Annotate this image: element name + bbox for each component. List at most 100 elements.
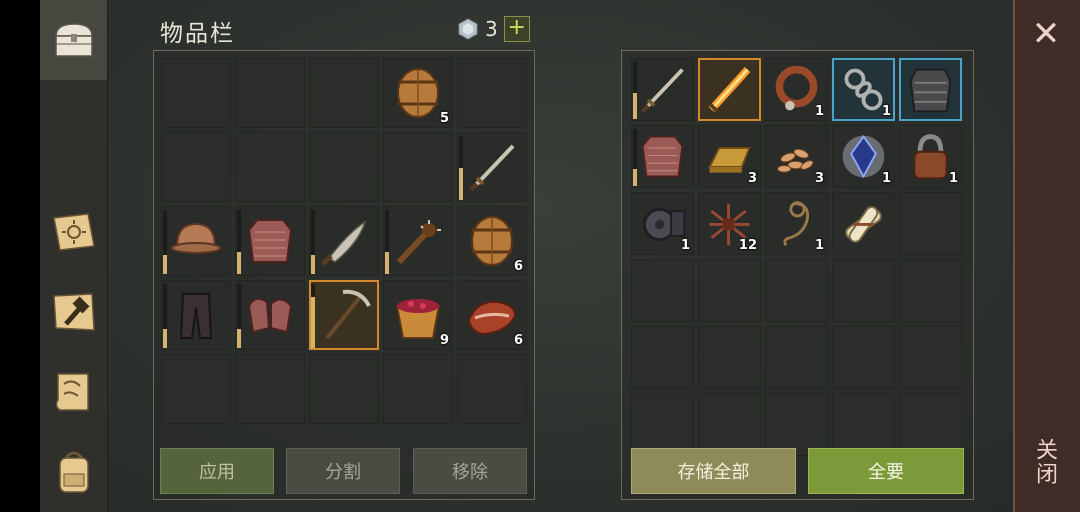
sidebar-tab-crafting[interactable] [40, 272, 107, 352]
storage-slot[interactable] [698, 58, 761, 121]
storage-slot[interactable]: 1 [631, 192, 694, 255]
storage-slot[interactable] [698, 326, 761, 389]
close-panel [1013, 0, 1080, 512]
remove-button[interactable]: 移除 [413, 448, 527, 494]
sword-icon [469, 144, 515, 192]
storage-slot[interactable] [899, 326, 962, 389]
split-button[interactable]: 分割 [286, 448, 400, 494]
item-quantity: 9 [439, 333, 449, 348]
apply-button[interactable]: 应用 [160, 448, 274, 494]
storage-slot[interactable] [832, 259, 895, 322]
helmet-icon [171, 222, 221, 254]
flaming-sword-icon [708, 67, 751, 113]
sidebar-tab-map[interactable] [40, 352, 107, 432]
gem-icon [458, 18, 478, 40]
storage-slot[interactable] [899, 58, 962, 121]
inventory-slot[interactable] [457, 354, 527, 424]
chainmail-armor-icon [641, 135, 684, 178]
inventory-slot[interactable]: 5 [383, 58, 453, 128]
storage-slot[interactable] [631, 58, 694, 121]
item-quantity: 5 [439, 111, 449, 126]
item-quantity: 6 [513, 259, 523, 274]
inventory-slot[interactable] [161, 132, 231, 202]
item-quantity: 12 [738, 238, 757, 253]
sidebar-tab-backpack[interactable] [40, 432, 107, 512]
storage-slot[interactable]: 1 [765, 192, 828, 255]
durability-bar [459, 168, 463, 200]
plate-armor-icon [909, 68, 952, 113]
meat-icon [467, 300, 517, 336]
storage-slot[interactable] [631, 259, 694, 322]
barrel-icon [471, 216, 513, 266]
spiked-club-icon [396, 220, 441, 265]
storage-slot[interactable]: 3 [765, 125, 828, 188]
barrel-icon [397, 68, 439, 118]
close-icon[interactable]: ✕ [1023, 14, 1069, 54]
add-gems-button[interactable]: + [503, 16, 530, 42]
storage-slot[interactable] [899, 393, 962, 456]
inventory-slot[interactable] [235, 132, 305, 202]
durability-bar [163, 255, 167, 274]
inventory-grid: 5 6 9 6 [161, 58, 527, 424]
storage-slot[interactable] [832, 192, 895, 255]
inventory-slot[interactable] [309, 58, 379, 128]
inventory-slot[interactable] [309, 354, 379, 424]
inventory-slot[interactable] [383, 206, 453, 276]
storage-slot[interactable] [832, 393, 895, 456]
leather-pants-icon [179, 293, 213, 339]
inventory-slot[interactable] [457, 132, 527, 202]
storage-slot[interactable] [631, 393, 694, 456]
inventory-slot[interactable]: 6 [457, 280, 527, 350]
inventory-slot[interactable] [309, 206, 379, 276]
inventory-slot[interactable] [235, 206, 305, 276]
pickaxe-icon [325, 289, 371, 340]
inventory-slot[interactable]: 9 [383, 280, 453, 350]
storage-slot[interactable] [832, 326, 895, 389]
storage-slot[interactable]: 1 [899, 125, 962, 188]
close-button[interactable]: 关闭 [1030, 438, 1060, 486]
inventory-slot[interactable] [161, 354, 231, 424]
storage-slot[interactable] [698, 393, 761, 456]
storage-slot[interactable] [631, 326, 694, 389]
item-quantity: 3 [747, 171, 757, 186]
storage-grid: 1 1 3 3 1 1 1 12 1 [631, 58, 962, 456]
storage-slot[interactable] [765, 393, 828, 456]
inventory-slot[interactable] [235, 58, 305, 128]
inventory-slot[interactable] [457, 58, 527, 128]
chainmail-armor-icon [247, 219, 293, 263]
inventory-slot[interactable]: 6 [457, 206, 527, 276]
durability-bar [633, 93, 637, 119]
sidebar-tab-chest[interactable] [40, 0, 107, 80]
storage-slot[interactable]: 1 [832, 125, 895, 188]
store-all-button[interactable]: 存储全部 [631, 448, 796, 494]
storage-slot[interactable] [765, 259, 828, 322]
berry-bucket-icon [395, 299, 441, 339]
inventory-slot[interactable] [383, 354, 453, 424]
sidebar [40, 0, 108, 512]
storage-slot[interactable]: 3 [698, 125, 761, 188]
sword-icon [641, 68, 684, 113]
inventory-slot[interactable] [235, 354, 305, 424]
item-quantity: 1 [881, 104, 891, 119]
take-all-button[interactable]: 全要 [808, 448, 964, 494]
item-quantity: 1 [814, 104, 824, 119]
inventory-slot[interactable] [161, 58, 231, 128]
inventory-slot[interactable] [383, 132, 453, 202]
inventory-slot[interactable] [235, 280, 305, 350]
chainmail-gloves-icon [247, 297, 293, 334]
storage-slot[interactable] [899, 259, 962, 322]
left-bezel [0, 0, 40, 512]
item-quantity: 1 [881, 171, 891, 186]
storage-slot[interactable] [765, 326, 828, 389]
inventory-slot[interactable] [309, 132, 379, 202]
inventory-slot[interactable] [161, 206, 231, 276]
storage-slot[interactable] [631, 125, 694, 188]
storage-slot[interactable] [698, 259, 761, 322]
storage-slot[interactable] [899, 192, 962, 255]
storage-slot[interactable]: 1 [765, 58, 828, 121]
storage-slot[interactable]: 1 [832, 58, 895, 121]
inventory-slot[interactable] [161, 280, 231, 350]
sidebar-tab-journal[interactable] [40, 192, 107, 272]
inventory-slot[interactable] [309, 280, 379, 350]
storage-slot[interactable]: 12 [698, 192, 761, 255]
